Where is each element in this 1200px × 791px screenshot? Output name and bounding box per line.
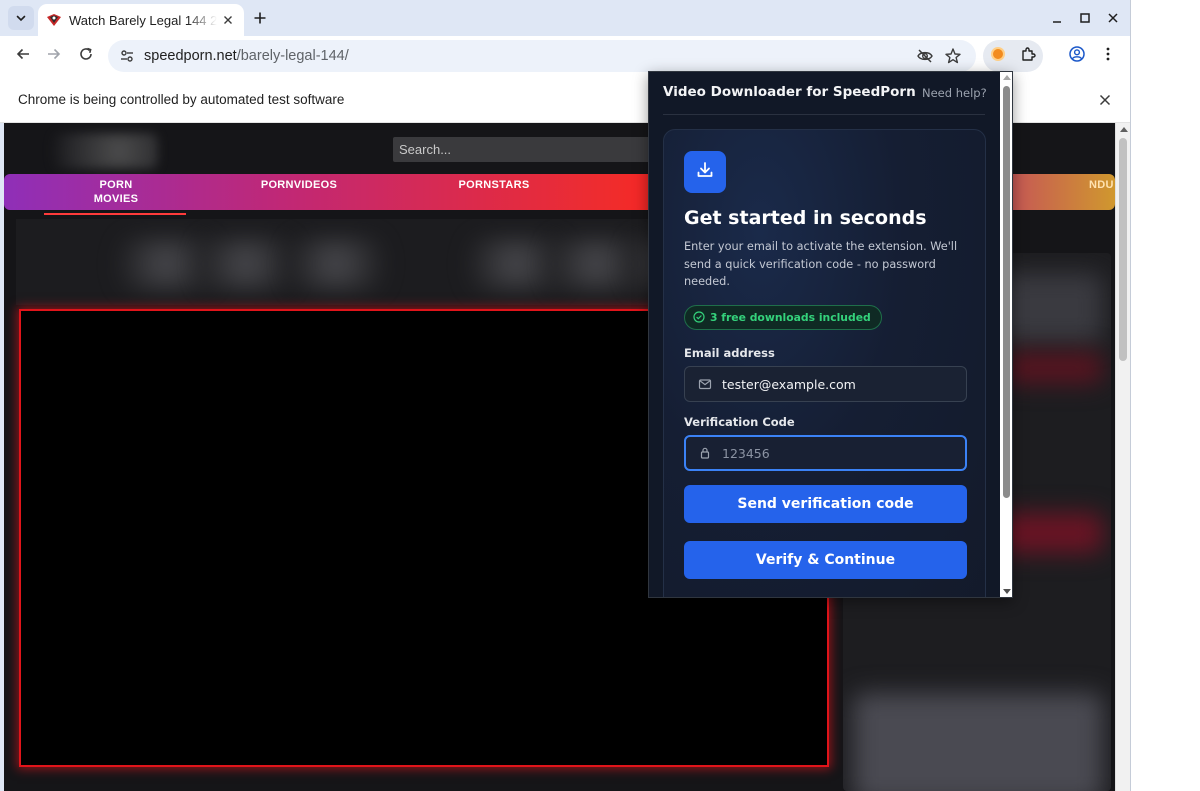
extension-popup: Video Downloader for SpeedPorn Need help… — [648, 71, 1013, 598]
site-favicon-icon — [46, 12, 62, 28]
lock-icon — [697, 445, 713, 461]
verification-code-field[interactable]: 123456 — [684, 435, 967, 471]
card-description: Enter your email to activate the extensi… — [684, 240, 958, 288]
scroll-down-icon[interactable] — [1003, 589, 1011, 594]
new-tab-button[interactable] — [250, 8, 270, 28]
popup-divider — [663, 114, 985, 115]
signup-card: Get started in seconds Enter your email … — [663, 129, 986, 597]
minimize-button[interactable] — [1048, 9, 1066, 27]
star-icon[interactable] — [944, 47, 962, 65]
forward-arrow-icon — [46, 46, 62, 66]
infobar-text: Chrome is being controlled by automated … — [18, 92, 345, 107]
mail-icon — [697, 376, 713, 392]
nav-item-partial[interactable]: NDU — [1089, 178, 1115, 192]
tab-active[interactable]: Watch Barely Legal 144 2 — [38, 4, 244, 36]
nav-item-pornstars[interactable]: PORNSTARS — [444, 178, 544, 192]
download-icon — [695, 160, 715, 184]
verify-continue-button[interactable]: Verify & Continue — [684, 541, 967, 579]
email-field[interactable]: tester@example.com — [684, 366, 967, 402]
eye-off-icon[interactable] — [916, 47, 934, 65]
tab-search-button[interactable] — [8, 6, 34, 30]
nav-item-porn-movies[interactable]: PORN MOVIES — [86, 178, 146, 206]
check-circle-icon — [693, 308, 705, 327]
card-heading: Get started in seconds — [684, 207, 927, 229]
scroll-up-icon[interactable] — [1003, 75, 1011, 80]
kebab-menu-icon[interactable] — [1098, 44, 1118, 64]
popup-scroll-thumb[interactable] — [1003, 86, 1010, 498]
sidebar-thumbnail[interactable] — [853, 693, 1103, 791]
close-window-button[interactable] — [1104, 9, 1122, 27]
back-button[interactable] — [11, 44, 35, 68]
site-logo[interactable] — [28, 133, 158, 169]
close-tab-icon[interactable] — [220, 12, 236, 28]
tab-strip: Watch Barely Legal 144 2 — [0, 0, 1130, 36]
forward-button[interactable] — [42, 44, 66, 68]
tune-icon[interactable] — [118, 47, 136, 65]
help-link[interactable]: Need help? — [922, 86, 987, 100]
browser-window: Watch Barely Legal 144 2 speedporn.net /… — [0, 0, 1131, 791]
free-downloads-text: 3 free downloads included — [710, 311, 871, 324]
maximize-button[interactable] — [1076, 9, 1094, 27]
thumbnail[interactable] — [276, 237, 396, 291]
chevron-down-icon — [15, 9, 27, 28]
address-bar[interactable]: speedporn.net/barely-legal-144/ — [108, 40, 976, 72]
popup-header: Video Downloader for SpeedPorn Need help… — [649, 72, 998, 115]
puzzle-icon[interactable] — [1019, 44, 1039, 64]
nav-active-underline — [44, 213, 186, 215]
download-badge — [684, 151, 726, 193]
reload-button[interactable] — [74, 44, 98, 68]
infobar-close-icon[interactable] — [1096, 91, 1114, 109]
nav-item-pornvideos[interactable]: PORNVIDEOS — [249, 178, 349, 192]
url-host: speedporn.net — [144, 48, 237, 64]
tab-title: Watch Barely Legal 144 2 — [69, 12, 217, 28]
screen: Watch Barely Legal 144 2 speedporn.net /… — [0, 0, 1200, 791]
popup-scrollbar[interactable] — [1000, 72, 1012, 597]
desktop-background — [1131, 0, 1200, 791]
popup-title: Video Downloader for SpeedPorn — [663, 84, 916, 100]
scroll-up-icon[interactable] — [1120, 127, 1128, 132]
send-code-button[interactable]: Send verification code — [684, 485, 967, 523]
back-arrow-icon — [15, 46, 31, 66]
toolbar: speedporn.net/barely-legal-144/ — [0, 36, 1130, 76]
email-label: Email address — [684, 346, 775, 360]
url-path: /barely-legal-144/ — [236, 48, 349, 64]
code-label: Verification Code — [684, 415, 795, 429]
page-scrollbar[interactable] — [1115, 123, 1130, 791]
free-downloads-badge: 3 free downloads included — [684, 305, 882, 330]
email-value: tester@example.com — [722, 376, 856, 392]
orange-extension-icon[interactable] — [988, 44, 1008, 64]
profile-icon[interactable] — [1067, 44, 1087, 64]
reload-icon — [78, 46, 94, 66]
page-scroll-thumb[interactable] — [1119, 138, 1127, 361]
sidebar-thumbnail[interactable] — [1003, 353, 1103, 383]
code-placeholder: 123456 — [722, 445, 770, 461]
